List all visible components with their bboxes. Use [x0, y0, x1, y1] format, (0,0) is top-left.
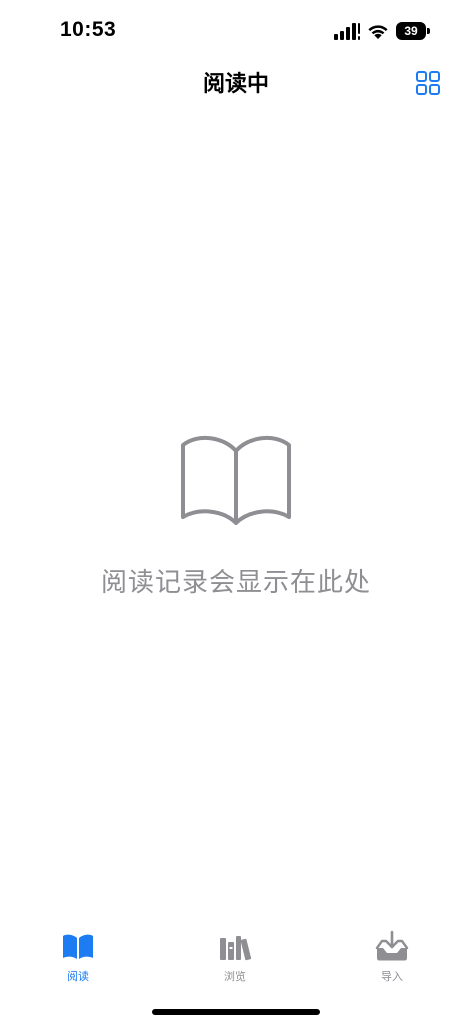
empty-state-message: 阅读记录会显示在此处 [100, 568, 371, 598]
battery-level: 39 [396, 22, 426, 40]
grid-view-icon[interactable] [415, 70, 441, 96]
tray-download-icon [375, 930, 409, 961]
book-fill-icon [63, 934, 93, 959]
tab-import-label: 导入 [381, 970, 403, 983]
tab-import[interactable]: 导入 [352, 930, 432, 992]
page-title: 阅读中 [202, 72, 269, 97]
cellular-signal-icon [334, 23, 360, 40]
open-book-icon [181, 435, 291, 525]
tab-browse[interactable]: 浏览 [195, 930, 275, 992]
battery-indicator: 39 [396, 22, 430, 40]
status-bar: 10:53 39 [0, 0, 472, 60]
battery-tip [427, 28, 430, 34]
home-indicator[interactable] [152, 1009, 320, 1015]
status-time: 10:53 [60, 18, 117, 41]
wifi-icon [368, 25, 388, 39]
tab-browse-label: 浏览 [224, 970, 246, 983]
books-shelf-icon [220, 936, 252, 961]
tab-bar: 阅读 浏览 导入 [0, 930, 472, 1000]
tab-read-label: 阅读 [67, 970, 89, 983]
tab-read[interactable]: 阅读 [38, 930, 118, 992]
